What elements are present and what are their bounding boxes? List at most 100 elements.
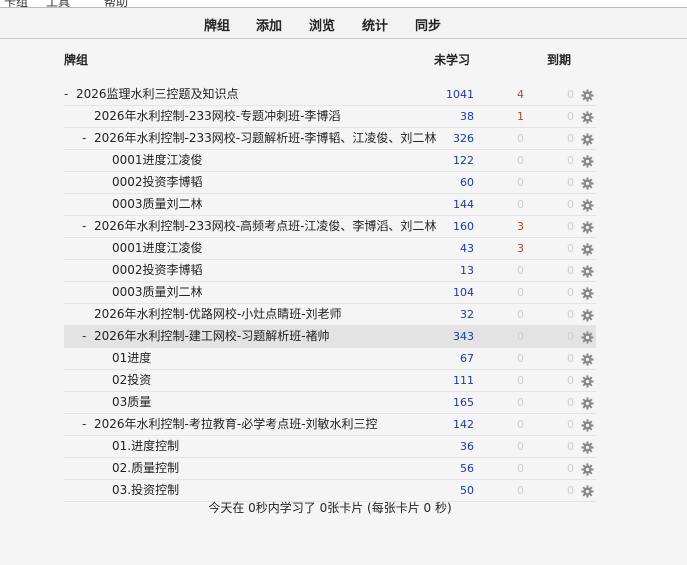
learn-count: 0 xyxy=(517,176,524,189)
study-summary: 今天在 0秒内学习了 0张卡片 (每张卡片 0 秒) xyxy=(208,501,452,515)
learn-count: 0 xyxy=(517,418,524,431)
learn-count: 0 xyxy=(517,484,524,497)
browse-button[interactable]: 浏览 xyxy=(309,15,335,34)
new-count: 144 xyxy=(453,198,474,211)
learn-count: 0 xyxy=(517,352,524,365)
gear-icon[interactable] xyxy=(581,242,594,256)
gear-icon[interactable] xyxy=(581,132,594,146)
deck-name[interactable]: 0002投资李博韬 xyxy=(112,172,203,193)
deck-name[interactable]: 01.进度控制 xyxy=(112,436,179,457)
deck-row[interactable]: -2026年水利控制-建工网校-习题解析班-褚帅 343 0 0 xyxy=(64,326,596,348)
deck-row[interactable]: 01进度 67 0 0 xyxy=(64,348,596,370)
decks-button[interactable]: 牌组 xyxy=(204,15,230,34)
deck-row[interactable]: 02投资 111 0 0 xyxy=(64,370,596,392)
deck-name[interactable]: 03质量 xyxy=(112,392,151,413)
gear-icon[interactable] xyxy=(581,352,594,366)
deck-row[interactable]: -2026年水利控制-233网校-习题解析班-李博韬、江凌俊、刘二林 326 0 0 xyxy=(64,128,596,150)
deck-name[interactable]: 2026年水利控制-233网校-专题冲刺班-李博滔 xyxy=(94,106,340,127)
deck-name[interactable]: 2026年水利控制-优路网校-小灶点睛班-刘老师 xyxy=(94,304,342,325)
learn-count: 0 xyxy=(517,132,524,145)
new-count: 165 xyxy=(453,396,474,409)
deck-row[interactable]: 0003质量刘二林 144 0 0 xyxy=(64,194,596,216)
due-count: 0 xyxy=(567,286,574,299)
gear-icon[interactable] xyxy=(581,440,594,454)
sync-button[interactable]: 同步 xyxy=(415,15,441,34)
gear-icon[interactable] xyxy=(581,154,594,168)
collapse-toggle[interactable]: - xyxy=(64,84,74,105)
collapse-toggle[interactable]: - xyxy=(82,414,92,435)
deck-name[interactable]: 0001进度江凌俊 xyxy=(112,150,203,171)
deck-name[interactable]: 0003质量刘二林 xyxy=(112,194,203,215)
learn-count: 0 xyxy=(517,264,524,277)
new-count: 326 xyxy=(453,132,474,145)
deck-row[interactable]: 2026年水利控制-233网校-专题冲刺班-李博滔 38 1 0 xyxy=(64,106,596,128)
due-count: 0 xyxy=(567,484,574,497)
gear-icon[interactable] xyxy=(581,330,594,344)
deck-row[interactable]: 0001进度江凌俊 122 0 0 xyxy=(64,150,596,172)
learn-count: 0 xyxy=(517,154,524,167)
deck-name[interactable]: 2026年水利控制-建工网校-习题解析班-褚帅 xyxy=(94,326,330,347)
deck-name[interactable]: 2026年水利控制-233网校-高频考点班-江凌俊、李博滔、刘二林 xyxy=(94,216,436,237)
due-count: 0 xyxy=(567,198,574,211)
gear-icon[interactable] xyxy=(581,88,594,102)
deck-row[interactable]: 2026年水利控制-优路网校-小灶点睛班-刘老师 32 0 0 xyxy=(64,304,596,326)
gear-icon[interactable] xyxy=(581,110,594,124)
deck-column-header: 牌组 xyxy=(64,53,89,67)
collapse-toggle[interactable]: - xyxy=(82,326,92,347)
due-count: 0 xyxy=(567,396,574,409)
due-count: 0 xyxy=(567,242,574,255)
deck-row[interactable]: -2026监理水利三控题及知识点 1041 4 0 xyxy=(64,84,596,106)
due-count: 0 xyxy=(567,88,574,101)
due-count: 0 xyxy=(567,440,574,453)
menu-tools[interactable]: 工具 xyxy=(46,0,70,7)
add-button[interactable]: 添加 xyxy=(256,15,282,34)
new-count: 160 xyxy=(453,220,474,233)
deck-row[interactable]: -2026年水利控制-考拉教育-必学考点班-刘敏水利三控 142 0 0 xyxy=(64,414,596,436)
gear-icon[interactable] xyxy=(581,176,594,190)
new-count: 343 xyxy=(453,330,474,343)
deck-row[interactable]: -2026年水利控制-233网校-高频考点班-江凌俊、李博滔、刘二林 160 3 0 xyxy=(64,216,596,238)
menu-help[interactable]: 帮助 xyxy=(104,0,128,7)
gear-icon[interactable] xyxy=(581,220,594,234)
new-count: 36 xyxy=(460,440,474,453)
gear-icon[interactable] xyxy=(581,462,594,476)
deck-row[interactable]: 0001进度江凌俊 43 3 0 xyxy=(64,238,596,260)
due-count: 0 xyxy=(567,264,574,277)
gear-icon[interactable] xyxy=(581,484,594,498)
deck-row[interactable]: 0002投资李博韬 60 0 0 xyxy=(64,172,596,194)
collapse-toggle[interactable]: - xyxy=(82,216,92,237)
due-count: 0 xyxy=(567,220,574,233)
gear-icon[interactable] xyxy=(581,264,594,278)
due-column-header: 到期 xyxy=(547,53,572,67)
deck-name[interactable]: 2026监理水利三控题及知识点 xyxy=(76,84,239,105)
deck-row[interactable]: 03质量 165 0 0 xyxy=(64,392,596,414)
deck-row[interactable]: 0003质量刘二林 104 0 0 xyxy=(64,282,596,304)
stats-button[interactable]: 统计 xyxy=(362,15,388,34)
gear-icon[interactable] xyxy=(581,374,594,388)
new-count: 43 xyxy=(460,242,474,255)
deck-name[interactable]: 02.质量控制 xyxy=(112,458,179,479)
deck-name[interactable]: 02投资 xyxy=(112,370,151,391)
due-count: 0 xyxy=(567,110,574,123)
due-count: 0 xyxy=(567,330,574,343)
deck-name[interactable]: 01进度 xyxy=(112,348,151,369)
deck-name[interactable]: 0003质量刘二林 xyxy=(112,282,203,303)
new-count: 38 xyxy=(460,110,474,123)
deck-row[interactable]: 02.质量控制 56 0 0 xyxy=(64,458,596,480)
deck-name[interactable]: 0001进度江凌俊 xyxy=(112,238,203,259)
gear-icon[interactable] xyxy=(581,396,594,410)
deck-row[interactable]: 01.进度控制 36 0 0 xyxy=(64,436,596,458)
deck-name[interactable]: 03.投资控制 xyxy=(112,480,179,501)
gear-icon[interactable] xyxy=(581,198,594,212)
deck-name[interactable]: 0002投资李博韬 xyxy=(112,260,203,281)
collapse-toggle[interactable]: - xyxy=(82,128,92,149)
deck-row[interactable]: 0002投资李博韬 13 0 0 xyxy=(64,260,596,282)
gear-icon[interactable] xyxy=(581,418,594,432)
deck-name[interactable]: 2026年水利控制-233网校-习题解析班-李博韬、江凌俊、刘二林 xyxy=(94,128,436,149)
new-count: 1041 xyxy=(446,88,474,101)
menu-decks[interactable]: 卡组 xyxy=(4,0,28,7)
due-count: 0 xyxy=(567,154,574,167)
gear-icon[interactable] xyxy=(581,286,594,300)
deck-name[interactable]: 2026年水利控制-考拉教育-必学考点班-刘敏水利三控 xyxy=(94,414,378,435)
gear-icon[interactable] xyxy=(581,308,594,322)
